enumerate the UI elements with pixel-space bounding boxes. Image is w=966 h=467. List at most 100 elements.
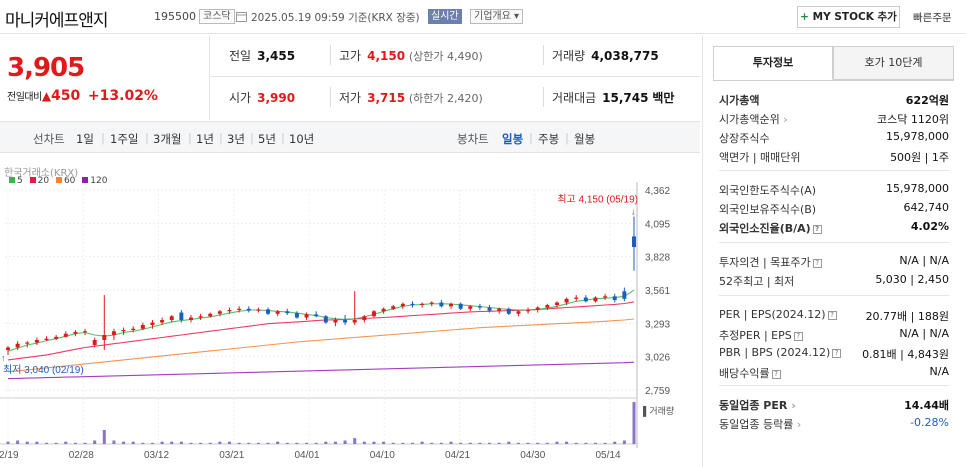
candle-body bbox=[102, 334, 107, 340]
y-tick-label: 3,293 bbox=[645, 319, 670, 330]
volume-bar bbox=[160, 441, 164, 444]
volume-bar bbox=[507, 441, 511, 444]
y-tick-label: 4,362 bbox=[645, 186, 670, 197]
volume-bar bbox=[295, 442, 299, 444]
help-icon[interactable]: ? bbox=[812, 259, 822, 268]
candle-body bbox=[612, 296, 617, 301]
volume-bar bbox=[468, 442, 472, 444]
quick-order-button[interactable]: 빠른주문 bbox=[913, 10, 952, 25]
candle-monthly[interactable]: 월봉 bbox=[574, 131, 595, 147]
valuation-row: PBR | BPS (2024.12)? 0.81배 | 4,843원 bbox=[719, 344, 949, 361]
candle-body bbox=[449, 303, 454, 307]
tab-orderbook[interactable]: 호가 10단계 bbox=[833, 46, 954, 80]
info-value: N/A bbox=[929, 365, 949, 378]
volume-bar bbox=[276, 441, 280, 444]
help-icon[interactable]: ? bbox=[827, 311, 837, 320]
help-icon[interactable]: ? bbox=[832, 349, 842, 358]
volume-bar bbox=[199, 442, 203, 444]
period-3m[interactable]: 3개월 bbox=[153, 131, 181, 147]
investment-opinion-row: 투자의견 | 목표주가? N/A | N/A bbox=[719, 252, 949, 269]
candle-body bbox=[140, 324, 145, 329]
volume-bar bbox=[150, 442, 154, 444]
volume-bar bbox=[382, 441, 386, 444]
info-label: 상장주식수 bbox=[719, 132, 770, 145]
info-value: 코스닥 1120위 bbox=[877, 113, 949, 126]
candle-chart-label: 봉차트 bbox=[457, 132, 489, 146]
candle-body bbox=[188, 317, 193, 321]
info-label: 투자의견 | 목표주가? bbox=[719, 254, 822, 270]
candle-body bbox=[6, 347, 10, 350]
candle-body bbox=[73, 331, 78, 334]
add-mystock-button[interactable]: + MY STOCK 추가 bbox=[797, 6, 900, 28]
info-value: 642,740 bbox=[903, 201, 950, 214]
industry-row: 동일업종 PER › 14.44배 bbox=[719, 395, 949, 412]
chevron-right-icon[interactable]: › bbox=[793, 418, 801, 431]
low-annotation: 최저 3,040 (02/19) bbox=[3, 364, 84, 376]
volume-bar bbox=[122, 441, 126, 444]
realtime-badge[interactable]: 실시간 bbox=[428, 9, 462, 24]
volume-bar bbox=[131, 441, 135, 444]
tab-investment-info[interactable]: 투자정보 bbox=[713, 46, 833, 80]
info-value: 4.02% bbox=[910, 220, 949, 233]
period-1w[interactable]: 1주일 bbox=[110, 131, 138, 147]
volume-bar bbox=[54, 442, 58, 444]
volume-bar bbox=[497, 442, 501, 444]
chevron-right-icon[interactable]: › bbox=[787, 399, 796, 412]
x-tick-label: 02/28 bbox=[69, 450, 94, 461]
volume-bar bbox=[622, 440, 626, 444]
candle-body bbox=[477, 306, 482, 308]
candle-body bbox=[34, 339, 39, 343]
chevron-right-icon[interactable]: › bbox=[780, 113, 787, 126]
volume-label: ▌거래량 bbox=[643, 405, 674, 417]
period-5y[interactable]: 5년 bbox=[258, 131, 276, 147]
volume-bar bbox=[632, 402, 636, 444]
candle-body bbox=[15, 343, 20, 348]
high-price: 고가 4,150 (상한가 4,490) bbox=[339, 49, 483, 63]
volume-bar bbox=[179, 441, 183, 444]
info-label: 배당수익률? bbox=[719, 365, 781, 381]
candle-body bbox=[217, 311, 222, 314]
volume-bar bbox=[208, 442, 212, 444]
volume-bar bbox=[247, 442, 251, 444]
current-price: 3,905 bbox=[7, 53, 85, 83]
volume-bar bbox=[488, 442, 492, 444]
quote-datetime: 2025.05.19 09:59 기준(KRX 장중) bbox=[251, 12, 420, 24]
candle-body bbox=[506, 308, 511, 314]
info-value: 500원 | 1주 bbox=[890, 151, 949, 164]
candle-body bbox=[179, 312, 184, 321]
info-label: PBR | BPS (2024.12)? bbox=[719, 346, 842, 359]
period-3y[interactable]: 3년 bbox=[227, 131, 245, 147]
help-icon[interactable]: ? bbox=[812, 225, 822, 234]
y-tick-label: 3,561 bbox=[645, 286, 670, 297]
period-1y[interactable]: 1년 bbox=[196, 131, 214, 147]
volume-bar bbox=[112, 440, 116, 444]
candle-body bbox=[304, 314, 309, 318]
candle-body bbox=[256, 309, 261, 311]
info-label: 52주최고 | 최저 bbox=[719, 275, 795, 288]
candle-weekly[interactable]: 주봉 bbox=[538, 131, 559, 147]
candle-body bbox=[458, 303, 463, 309]
stock-header: 마니커에프앤지 195500 코스닥 2025.05.19 09:59 기준(K… bbox=[0, 0, 966, 34]
volume-bar bbox=[420, 441, 424, 444]
volume-bar bbox=[372, 441, 376, 444]
help-icon[interactable]: ? bbox=[771, 370, 781, 379]
candle-body bbox=[516, 311, 521, 314]
price-change: 전일대비▲450 +13.02% bbox=[7, 88, 158, 104]
period-10y[interactable]: 10년 bbox=[289, 131, 314, 147]
candle-daily[interactable]: 일봉 bbox=[502, 131, 523, 147]
volume-bar bbox=[228, 441, 232, 444]
volume-bar bbox=[170, 441, 174, 444]
candle-body bbox=[487, 307, 492, 311]
candle-body bbox=[160, 320, 165, 323]
candlestick-svg: 4,362 4,095 3,828 3,561 3,293 3,026 2,759 02/19… bbox=[0, 182, 674, 461]
foreign-holding-row: 외국인한도주식수(A) 15,978,000 bbox=[719, 180, 949, 197]
industry-row: 동일업종 등락률 › -0.28% bbox=[719, 414, 949, 431]
volume-bar bbox=[584, 442, 588, 444]
company-overview-button[interactable]: 기업개요 ▾ bbox=[470, 9, 524, 24]
price-chart[interactable]: 한국거래소(KRX) 5 20 60 120 4,362 4,095 3,828 3,… bbox=[0, 154, 700, 467]
period-1d[interactable]: 1일 bbox=[76, 131, 94, 147]
candle-body bbox=[92, 339, 97, 345]
volume-bar bbox=[93, 440, 97, 444]
help-icon[interactable]: ? bbox=[793, 332, 803, 341]
valuation-row: 배당수익률? N/A bbox=[719, 363, 949, 380]
